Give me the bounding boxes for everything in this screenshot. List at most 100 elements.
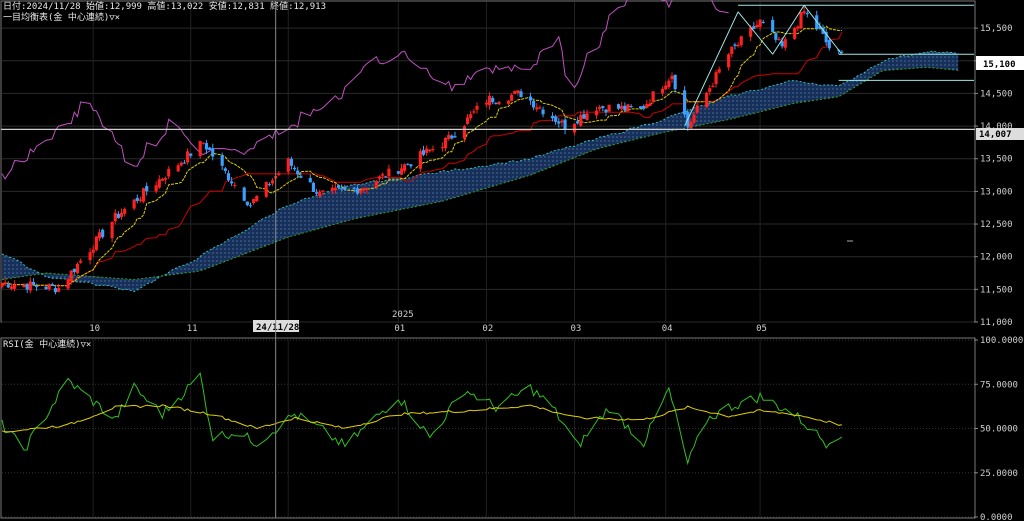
candle-up [255, 195, 259, 202]
candle-down [409, 164, 413, 167]
candle-up [97, 232, 102, 239]
candle-up [664, 85, 668, 90]
candle-up [475, 105, 479, 110]
candle-up [157, 179, 161, 188]
candle-down [211, 148, 215, 157]
candle-up [802, 11, 806, 14]
candle-up [119, 212, 124, 217]
rsi-tick-label: 25.0000 [980, 469, 1018, 479]
candle-up [607, 104, 611, 112]
candle-down [494, 102, 498, 104]
candle-up [198, 141, 202, 157]
candle-up [277, 173, 281, 175]
candle-up [330, 187, 334, 191]
candle-up [714, 72, 718, 84]
candle-up [179, 162, 183, 166]
candle-down [337, 185, 341, 188]
candle-up [113, 212, 117, 222]
candle-up [264, 182, 268, 197]
candle-up [9, 286, 14, 289]
candle-up [645, 104, 649, 108]
candle-down [248, 205, 253, 207]
candle-up [648, 103, 652, 106]
candle-up [447, 135, 451, 140]
price-tick-label: 12,500 [980, 220, 1013, 230]
candle-up [381, 174, 385, 176]
candle-up [755, 24, 759, 28]
candle-up [3, 282, 7, 284]
ichimoku-indicator-label[interactable]: 一目均衡表(金 中心連続)▽× [3, 11, 120, 23]
candle-down [245, 201, 249, 206]
candle-up [377, 176, 382, 179]
candle-up [585, 113, 589, 121]
candle-down [450, 135, 454, 139]
candle-down [421, 150, 426, 155]
candle-up [705, 92, 709, 108]
candle-up [362, 187, 366, 191]
candle-up [359, 189, 363, 193]
candle-up [321, 190, 325, 192]
candle-up [132, 199, 136, 209]
candle-down [267, 184, 271, 186]
candle-up [670, 75, 674, 80]
candle-down [31, 282, 36, 285]
candle-down [101, 229, 105, 238]
candle-down [292, 167, 297, 170]
candle-down [352, 187, 356, 189]
candle-down [226, 173, 231, 181]
candle-down [230, 181, 234, 184]
candle-down [532, 100, 536, 108]
chart-canvas[interactable]: 11,000 11,500 12,000 12,500 13,000 13,500 14,0… [0, 0, 1024, 521]
candle-up [708, 88, 712, 92]
price-tick-label: 11,500 [980, 285, 1013, 295]
candle-down [296, 170, 300, 175]
candle-up [594, 110, 599, 116]
candle-up [318, 191, 322, 197]
candle-down [116, 213, 120, 219]
candle-up [176, 165, 180, 172]
rsi-indicator-label[interactable]: RSI(金 中心連続)▽× [3, 338, 91, 350]
price-tick-label: 14,500 [980, 89, 1013, 99]
candle-up [465, 117, 470, 124]
candle-down [563, 119, 567, 130]
candle-down [343, 186, 347, 190]
candle-up [626, 104, 630, 112]
price-tick-label: 13,000 [980, 187, 1013, 197]
candle-down [35, 285, 39, 287]
rsi-tick-label: 75.0000 [980, 380, 1018, 390]
candle-down [541, 109, 545, 115]
candle-down [223, 168, 227, 171]
candle-up [425, 148, 429, 153]
price-tick-label: 11,000 [980, 318, 1013, 328]
date-tick-label: 05 [756, 324, 767, 334]
candle-down [220, 155, 224, 166]
candle-up [374, 181, 378, 188]
ohlc-readout: 日付:2024/11/28 始値:12,999 高値:13,022 安値:12,… [3, 0, 326, 12]
candle-down [289, 158, 293, 166]
candle-down [827, 40, 831, 49]
candle-down [208, 147, 212, 151]
candle-up [799, 11, 803, 29]
candle-down [576, 121, 580, 124]
candle-down [50, 284, 54, 286]
candle-up [252, 199, 256, 204]
candle-down [582, 114, 586, 119]
candle-down [204, 143, 209, 150]
candle-up [661, 88, 665, 94]
price-tick-label: 12,000 [980, 253, 1013, 263]
candle-down [44, 286, 48, 290]
candle-down [25, 283, 29, 290]
candle-up [796, 26, 800, 29]
candle-down [752, 26, 756, 30]
rsi-tick-label: 50.0000 [980, 425, 1018, 435]
candle-up [695, 105, 699, 113]
candle-down [384, 176, 388, 178]
candle-down [72, 268, 76, 273]
candle-up [560, 120, 564, 123]
candle-up [598, 106, 602, 109]
candle-down [673, 74, 677, 90]
candle-down [623, 105, 627, 111]
candle-up [651, 91, 655, 102]
candle-down [604, 109, 608, 113]
candle-up [717, 69, 721, 73]
